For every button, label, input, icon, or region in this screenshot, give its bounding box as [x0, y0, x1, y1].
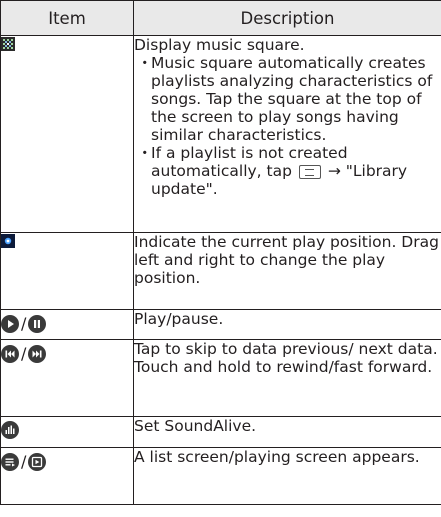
play-icon [1, 315, 19, 333]
description-cell: Tap to skip to data previous/ next data.… [133, 339, 441, 417]
table-row: Indicate the current play position. Drag… [0, 232, 441, 310]
soundalive-icon [1, 421, 19, 439]
menu-key-icon [298, 164, 321, 179]
bullet-glyph: ・ [137, 144, 153, 162]
item-cell [0, 35, 134, 233]
pause-icon [28, 315, 47, 333]
table-row: / Tap to skip to data previous/ next dat… [0, 339, 441, 417]
bullet-text: If a playlist is not created automatical… [151, 144, 441, 198]
description-cell: Set SoundAlive. [133, 416, 441, 448]
music-square-icon [1, 37, 15, 51]
description-main: Tap to skip to data previous/ next data.… [134, 340, 438, 376]
table-header-row: Item Description [0, 0, 441, 36]
list-screen-icon [1, 453, 19, 471]
skip-next-icon [28, 345, 47, 363]
description-main: Display music square. [134, 36, 305, 54]
header-item: Item [0, 0, 134, 36]
description-main: Set SoundAlive. [134, 417, 257, 435]
table-row: Set SoundAlive. [0, 416, 441, 448]
description-cell: Display music square. ・ Music square aut… [133, 35, 441, 233]
item-cell: / [0, 309, 134, 340]
item-cell: / [0, 447, 134, 505]
item-cell [0, 416, 134, 448]
description-cell: Indicate the current play position. Drag… [133, 232, 441, 310]
bullet-text: Music square automatically creates playl… [151, 54, 433, 144]
item-cell: / [0, 339, 134, 417]
description-table: Item Description Display music square. ・… [0, 0, 441, 505]
description-main: Indicate the current play position. Drag… [134, 233, 439, 287]
description-main: A list screen/playing screen appears. [134, 448, 420, 466]
description-main: Play/pause. [134, 310, 224, 328]
icon-separator: / [21, 344, 27, 363]
bullet-glyph: ・ [137, 54, 153, 72]
table-row: / A list screen/playing screen appears. [0, 447, 441, 505]
skip-previous-icon [1, 345, 19, 363]
description-cell: A list screen/playing screen appears. [133, 447, 441, 505]
item-cell [0, 232, 134, 310]
icon-separator: / [21, 452, 27, 471]
bullet-item: ・ Music square automatically creates pla… [134, 54, 441, 144]
table-row: Display music square. ・ Music square aut… [0, 35, 441, 233]
bullet-item: ・ If a playlist is not created automatic… [134, 144, 441, 198]
header-description: Description [133, 0, 441, 36]
table-row: / Play/pause. [0, 309, 441, 340]
description-cell: Play/pause. [133, 309, 441, 340]
icon-separator: / [21, 314, 27, 333]
play-position-icon [1, 234, 15, 248]
playing-screen-icon [28, 453, 47, 471]
